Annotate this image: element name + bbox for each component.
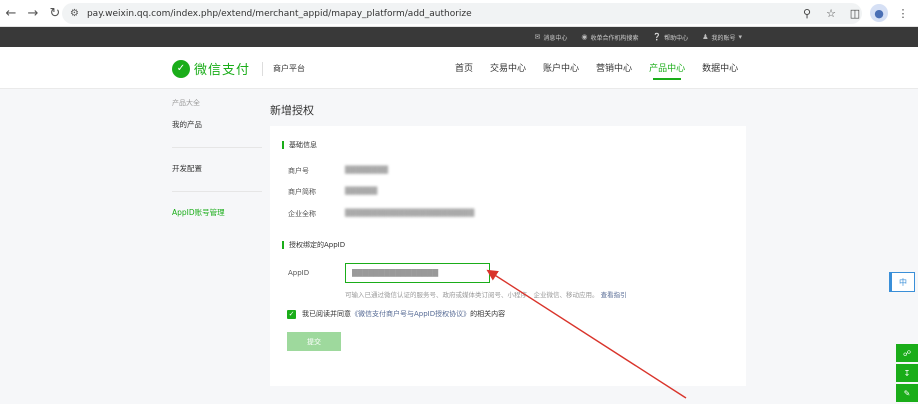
appid-label: AppID [288, 269, 310, 277]
sidebar-item-dev-config[interactable]: 开发配置 [172, 163, 262, 174]
authorize-form-card: 基础信息 商户号 ████████ 商户简称 ██████ 企业全称 █████… [270, 126, 746, 386]
message-icon: ✉ [534, 33, 541, 41]
agreement-row: ✓ 我已阅读并同意《微信支付商户号与AppID授权协议》的相关内容 [287, 309, 505, 319]
sidebar-item-my-products[interactable]: 我的产品 [172, 119, 262, 130]
my-account-menu[interactable]: ♟ 我的账号 ▾ [702, 33, 742, 42]
agreement-suffix: 的相关内容 [470, 310, 506, 318]
logo-divider [262, 61, 264, 76]
agreement-prefix: 我已阅读并同意 [302, 310, 351, 318]
company-full-name-label: 企业全称 [288, 210, 316, 218]
nav-data-center[interactable]: 数据中心 [702, 61, 738, 80]
sidebar-divider [172, 147, 262, 148]
platform-name: 商户平台 [273, 64, 306, 73]
appid-hint-text: 可输入已通过微信认证的服务号、政府或媒体类订阅号、小程序、企业微信、移动应用。 [345, 291, 599, 299]
merchant-short-name-label: 商户简称 [288, 188, 316, 196]
search-circle-icon: ◉ [581, 33, 588, 41]
forward-icon[interactable]: → [22, 2, 44, 24]
chevron-down-icon: ▾ [738, 33, 742, 41]
merchant-short-name-value: ██████ [345, 187, 378, 195]
menu-dots-icon[interactable]: ⋮ [894, 4, 912, 22]
main-nav: 首页 交易中心 账户中心 营销中心 产品中心 数据中心 [455, 61, 738, 80]
site-info-icon[interactable]: ⚙ [70, 8, 79, 19]
floating-toolbar: ☍ ↧ ✎ [896, 344, 918, 404]
nav-trade-center[interactable]: 交易中心 [490, 61, 526, 80]
sidebar-divider [172, 191, 262, 192]
nav-product-center[interactable]: 产品中心 [649, 61, 685, 80]
sidebar-toggle-icon[interactable]: ◫ [846, 4, 864, 22]
wechat-pay-logo-icon: ✓ [172, 59, 190, 78]
appid-section-title: 授权绑定的AppID [282, 241, 345, 249]
bookmark-star-icon[interactable]: ☆ [822, 4, 840, 22]
sidebar-item-appid-management[interactable]: AppID账号管理 [172, 207, 262, 218]
top-utility-bar: ✉ 消息中心 ◉ 收单合作机构搜索 ❔ 帮助中心 ♟ 我的账号 ▾ [0, 27, 918, 47]
guide-link[interactable]: 查看指引 [601, 291, 627, 299]
company-full-name-value: ████████████████████████ [345, 209, 475, 217]
page-title: 新增授权 [270, 104, 314, 117]
merchant-id-value: ████████ [345, 166, 389, 174]
user-icon: ♟ [702, 33, 709, 41]
profile-icon[interactable]: ● [870, 4, 888, 22]
language-switch-button[interactable]: 中 [889, 272, 915, 292]
appid-hint: 可输入已通过微信认证的服务号、政府或媒体类订阅号、小程序、企业微信、移动应用。 … [345, 289, 627, 299]
url-text: pay.weixin.qq.com/index.php/extend/merch… [86, 8, 472, 19]
edit-icon[interactable]: ✎ [896, 384, 918, 402]
back-icon[interactable]: ← [0, 2, 22, 24]
message-center-link[interactable]: ✉ 消息中心 [534, 33, 567, 42]
browser-toolbar: ← → ↻ ⚙ pay.weixin.qq.com/index.php/exte… [0, 0, 918, 27]
agreement-checkbox[interactable]: ✓ [287, 309, 296, 319]
nav-account-center[interactable]: 账户中心 [543, 61, 579, 80]
agreement-link[interactable]: 《微信支付商户号与AppID授权协议》 [351, 310, 470, 318]
help-center-link[interactable]: ❔ 帮助中心 [652, 33, 688, 42]
address-bar[interactable]: ⚙ pay.weixin.qq.com/index.php/extend/mer… [62, 3, 862, 24]
nav-home[interactable]: 首页 [455, 61, 473, 80]
merchant-id-label: 商户号 [288, 167, 309, 175]
basic-info-title: 基础信息 [282, 141, 317, 149]
zoom-icon[interactable]: ⚲ [798, 4, 816, 22]
submit-button[interactable]: 提交 [287, 332, 341, 351]
link-icon[interactable]: ☍ [896, 344, 918, 362]
logo[interactable]: ✓ 微信支付 商户平台 [172, 59, 305, 78]
sidebar-group-title: 产品大全 [172, 99, 200, 107]
appid-input[interactable] [345, 263, 490, 283]
logo-text: 微信支付 [194, 63, 251, 78]
download-icon[interactable]: ↧ [896, 364, 918, 382]
sidebar: 产品大全 我的产品 开发配置 AppID账号管理 [172, 98, 262, 218]
site-header: ✓ 微信支付 商户平台 首页 交易中心 账户中心 营销中心 产品中心 数据中心 [0, 47, 918, 89]
acquirer-search-link[interactable]: ◉ 收单合作机构搜索 [581, 33, 638, 42]
nav-marketing-center[interactable]: 营销中心 [596, 61, 632, 80]
help-icon: ❔ [652, 33, 662, 41]
